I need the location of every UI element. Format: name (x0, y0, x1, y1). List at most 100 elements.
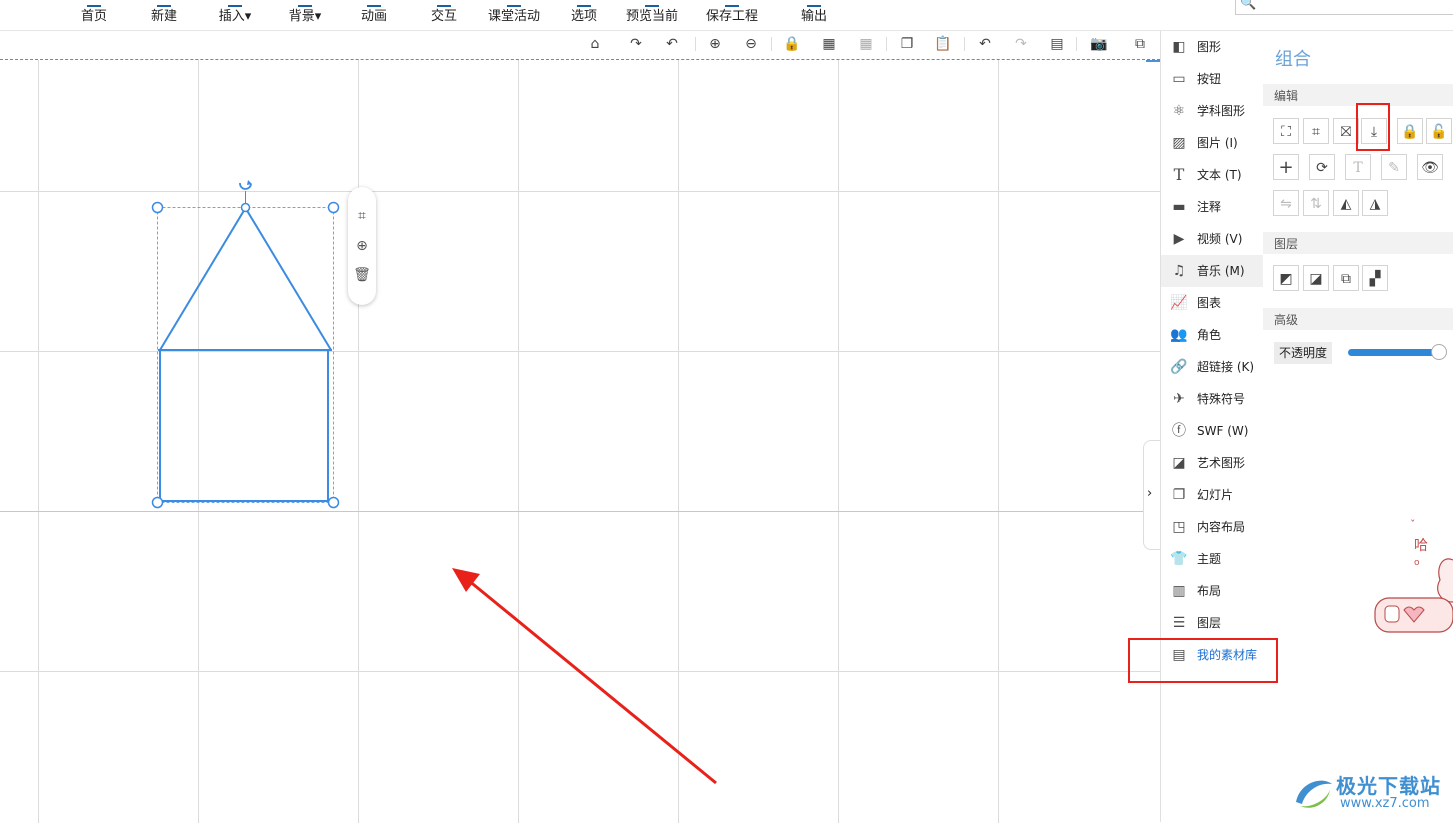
text-style-icon[interactable]: T (1345, 154, 1371, 180)
side-item-swf[interactable]: ⓕ SWF (W) (1161, 415, 1263, 447)
grid-settings-icon[interactable]: ▦ (857, 35, 875, 53)
lock-icon[interactable]: 🔒 (1397, 118, 1423, 144)
toolbar-divider (771, 37, 772, 51)
side-item-theme[interactable]: 👕 主题 (1161, 543, 1263, 575)
highlight-my-library (1128, 638, 1278, 683)
house-shape-group[interactable] (140, 172, 350, 517)
visibility-eye-icon[interactable]: 👁 (1417, 154, 1443, 180)
collapse-panel-tab[interactable]: › (1143, 440, 1161, 550)
comment-icon: ▬ (1172, 199, 1186, 215)
character-icon: 👥 (1170, 327, 1188, 343)
flip-vertical-icon[interactable]: ⇅ (1303, 190, 1329, 216)
zoom-in-icon[interactable]: ⊕ (706, 35, 724, 53)
side-item-shape[interactable]: ◧ 图形 (1161, 31, 1263, 63)
side-item-character[interactable]: 👥 角色 (1161, 319, 1263, 351)
replace-icon[interactable]: ⟳ (1309, 154, 1335, 180)
home-icon[interactable]: ⌂ (586, 35, 604, 53)
options-icon (577, 0, 591, 7)
screenshot-icon[interactable]: 📷 (1090, 35, 1108, 53)
resize-handle-top-left (151, 201, 164, 214)
side-item-music[interactable]: ♫ 音乐 (M) (1161, 255, 1263, 287)
ribbon-output[interactable]: 输出 (800, 0, 828, 30)
add-circle-icon[interactable]: ⊕ (352, 236, 372, 256)
ribbon-class-activity[interactable]: 课堂活动 (487, 0, 541, 30)
side-item-science-shape[interactable]: ⚛ 学科图形 (1161, 95, 1263, 127)
delete-icon[interactable]: 🗑 (352, 265, 372, 285)
redo-shape-icon[interactable]: ↷ (627, 35, 645, 53)
ribbon-new[interactable]: 新建 (150, 0, 178, 30)
bring-forward-icon[interactable]: ⧉ (1333, 265, 1359, 291)
house-square (159, 349, 329, 502)
copy-icon[interactable]: ❐ (898, 35, 916, 53)
slide-icon: ❐ (1172, 487, 1186, 503)
search-input[interactable]: 🔍 (1235, 0, 1453, 15)
mirror-left-icon[interactable]: ◭ (1333, 190, 1359, 216)
side-item-special-symbol[interactable]: ✈ 特殊符号 (1161, 383, 1263, 415)
send-backward-icon[interactable]: ▞ (1362, 265, 1388, 291)
ribbon-interaction[interactable]: 交互 (430, 0, 458, 30)
special-symbol-icon: ✈ (1173, 391, 1185, 407)
ribbon-animation[interactable]: 动画 (360, 0, 388, 30)
lock-icon[interactable]: 🔒 (783, 35, 801, 53)
add-icon[interactable]: + (1273, 154, 1299, 180)
side-item-text[interactable]: T 文本 (T) (1161, 159, 1263, 191)
swf-icon: ⓕ (1172, 423, 1186, 439)
video-icon: ▶ (1173, 231, 1185, 247)
undo-icon[interactable]: ↶ (976, 35, 994, 53)
fullscreen-icon[interactable]: ⧉ (1131, 35, 1149, 53)
insert-side-menu: ◧ 图形 ▭ 按钮 ⚛ 学科图形 ▨ 图片 (I) T 文本 (T) ▬ 注释 ▶ 视频 (V… (1160, 31, 1264, 822)
ungroup-icon[interactable]: ⌗ (1303, 118, 1329, 144)
chevron-right-icon[interactable]: › (1147, 486, 1152, 501)
opacity-slider-handle[interactable] (1431, 344, 1447, 360)
side-item-hyperlink[interactable]: 🔗 超链接 (K) (1161, 351, 1263, 383)
flip-horizontal-icon[interactable]: ⇋ (1273, 190, 1299, 216)
ribbon-preview-current[interactable]: 预览当前 (625, 0, 679, 30)
side-item-layout[interactable]: ▥ 布局 (1161, 575, 1263, 607)
opacity-slider[interactable] (1348, 349, 1440, 356)
side-item-slide[interactable]: ❐ 幻灯片 (1161, 479, 1263, 511)
group-select-icon[interactable]: ⛶ (1273, 118, 1299, 144)
button-icon: ▭ (1172, 71, 1186, 87)
resize-handle-top-middle (240, 202, 251, 213)
ribbon-home[interactable]: 首页 (80, 0, 108, 30)
section-layer: 图层 (1263, 232, 1453, 254)
side-item-chart[interactable]: 📈 图表 (1161, 287, 1263, 319)
search-icon[interactable]: 🔍 (1240, 0, 1256, 11)
layers-icon: ☰ (1172, 615, 1186, 631)
paste-icon[interactable]: 📋 (934, 35, 952, 53)
roof-triangle (159, 206, 332, 351)
link-icon: 🔗 (1170, 359, 1188, 375)
send-to-back-icon[interactable]: ◪ (1303, 265, 1329, 291)
unlock-icon[interactable]: 🔓 (1426, 118, 1452, 144)
side-item-layers[interactable]: ☰ 图层 (1161, 607, 1263, 639)
animation-icon (367, 0, 381, 7)
crop-icon[interactable]: ⌗ (352, 206, 372, 226)
resize-handle-bottom-right (327, 496, 340, 509)
side-item-button[interactable]: ▭ 按钮 (1161, 63, 1263, 95)
side-item-art-shape[interactable]: ◪ 艺术图形 (1161, 447, 1263, 479)
ribbon-insert[interactable]: 插入▾ (216, 0, 254, 30)
text-icon: T (1173, 165, 1185, 184)
side-item-comment[interactable]: ▬ 注释 (1161, 191, 1263, 223)
grid-icon[interactable]: ▦ (820, 35, 838, 53)
properties-icon[interactable]: ▤ (1048, 35, 1066, 53)
chart-icon: 📈 (1170, 295, 1188, 311)
undo-shape-icon[interactable]: ↶ (663, 35, 681, 53)
redo-icon[interactable]: ↷ (1012, 35, 1030, 53)
ribbon-options[interactable]: 选项 (570, 0, 598, 30)
zoom-out-icon[interactable]: ⊖ (742, 35, 760, 53)
output-icon (807, 0, 821, 7)
mirror-right-icon[interactable]: ◮ (1362, 190, 1388, 216)
insert-icon (228, 0, 242, 7)
image-icon: ▨ (1172, 135, 1186, 151)
side-item-image[interactable]: ▨ 图片 (I) (1161, 127, 1263, 159)
home-tab-icon (87, 0, 101, 7)
side-item-content-layout[interactable]: ◳ 内容布局 (1161, 511, 1263, 543)
ribbon-background[interactable]: 背景▾ (286, 0, 324, 30)
side-item-video[interactable]: ▶ 视频 (V) (1161, 223, 1263, 255)
grid-line (358, 60, 359, 823)
bring-to-front-icon[interactable]: ◩ (1273, 265, 1299, 291)
preview-icon (645, 0, 659, 7)
ribbon-save-project[interactable]: 保存工程 (705, 0, 759, 30)
format-brush-icon[interactable]: ✎ (1381, 154, 1407, 180)
